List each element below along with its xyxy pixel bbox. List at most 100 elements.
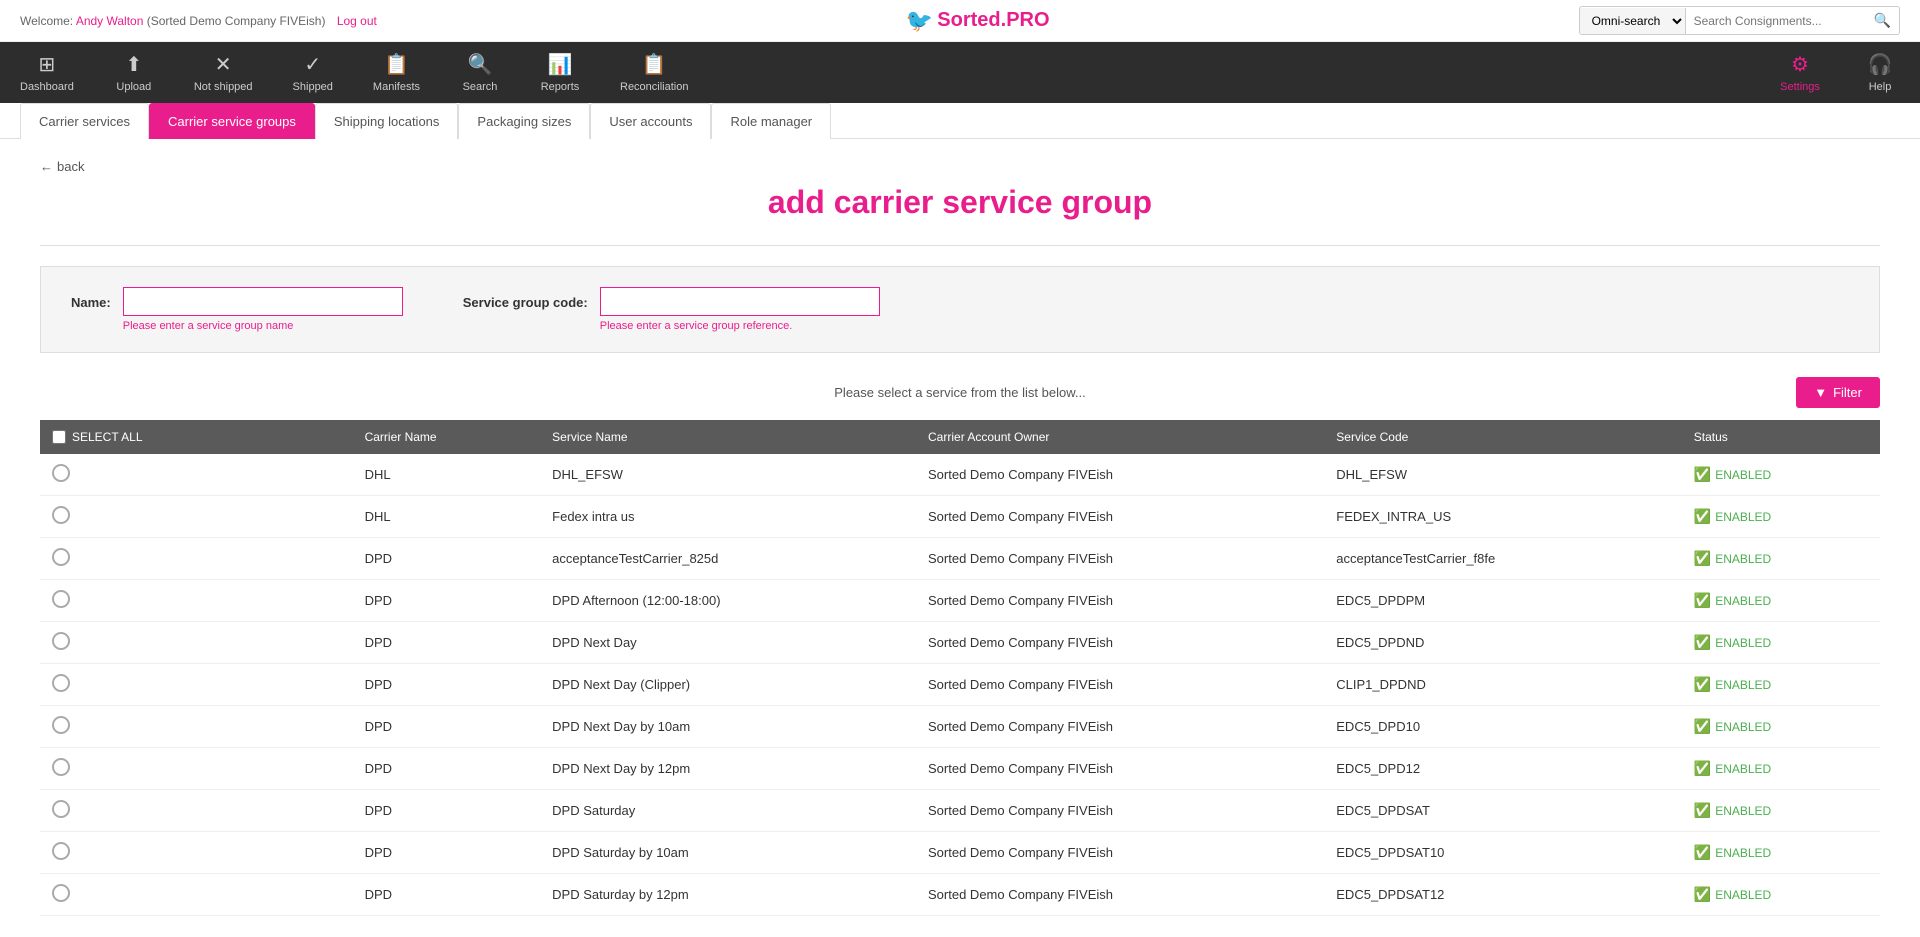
nav-item-reconciliation[interactable]: 📋 Reconciliation [600,42,708,103]
carrier-name-cell: DPD [353,748,541,790]
row-checkbox-cell[interactable] [40,874,353,916]
user-name-link[interactable]: Andy Walton [76,14,144,28]
row-checkbox-cell[interactable] [40,580,353,622]
status-badge: ✅ ENABLED [1694,550,1868,567]
row-select-circle[interactable] [52,884,70,902]
nav-label-reconciliation: Reconciliation [620,81,688,93]
name-input[interactable] [123,287,403,316]
table-body: DHL DHL_EFSW Sorted Demo Company FIVEish… [40,454,1880,916]
table-row: DPD acceptanceTestCarrier_825d Sorted De… [40,538,1880,580]
status-cell: ✅ ENABLED [1682,706,1880,748]
status-check-icon: ✅ [1694,718,1711,735]
row-select-circle[interactable] [52,842,70,860]
code-error: Please enter a service group reference. [600,320,880,332]
carrier-name-header: Carrier Name [353,420,541,454]
nav-item-upload[interactable]: ⬆ Upload [94,42,174,103]
nav-item-settings[interactable]: ⚙ Settings [1760,42,1840,103]
tab-carrier-service-groups[interactable]: Carrier service groups [149,103,315,139]
owner-cell: Sorted Demo Company FIVEish [916,874,1324,916]
code-input[interactable] [600,287,880,316]
row-select-circle[interactable] [52,506,70,524]
row-select-circle[interactable] [52,716,70,734]
carrier-name-cell: DPD [353,538,541,580]
services-table: SELECT ALL Carrier Name Service Name Car… [40,420,1880,916]
row-checkbox-cell[interactable] [40,454,353,496]
status-cell: ✅ ENABLED [1682,580,1880,622]
select-all-header[interactable]: SELECT ALL [40,420,200,454]
table-header-row: SELECT ALL Carrier Name Service Name Car… [40,420,1880,454]
table-row: DPD DPD Next Day by 12pm Sorted Demo Com… [40,748,1880,790]
status-badge: ✅ ENABLED [1694,508,1868,525]
row-select-circle[interactable] [52,464,70,482]
title-divider [40,245,1880,246]
tab-user-accounts[interactable]: User accounts [590,103,711,139]
row-checkbox-cell[interactable] [40,832,353,874]
service-name-cell: DPD Next Day (Clipper) [540,664,916,706]
status-check-icon: ✅ [1694,634,1711,651]
status-check-icon: ✅ [1694,508,1711,525]
row-select-circle[interactable] [52,590,70,608]
back-link[interactable]: ← back [40,159,84,174]
owner-cell: Sorted Demo Company FIVEish [916,454,1324,496]
row-select-circle[interactable] [52,758,70,776]
row-checkbox-cell[interactable] [40,664,353,706]
search-submit-button[interactable]: 🔍 [1866,7,1899,34]
nav-item-dashboard[interactable]: ⊞ Dashboard [0,42,94,103]
table-row: DPD DPD Saturday by 12pm Sorted Demo Com… [40,874,1880,916]
manifests-icon: 📋 [384,52,409,77]
nav-item-help[interactable]: 🎧 Help [1840,42,1920,103]
row-checkbox-cell[interactable] [40,706,353,748]
service-name-cell: acceptanceTestCarrier_825d [540,538,916,580]
search-consignments-input[interactable] [1686,9,1866,33]
shipped-icon: ✓ [304,52,321,77]
tab-shipping-locations[interactable]: Shipping locations [315,103,459,139]
service-code-cell: EDC5_DPDND [1324,622,1681,664]
carrier-name-cell: DHL [353,496,541,538]
row-select-circle[interactable] [52,800,70,818]
filter-button[interactable]: ▼ Filter [1796,377,1880,408]
tab-role-manager[interactable]: Role manager [711,103,831,139]
dashboard-icon: ⊞ [39,52,56,77]
owner-cell: Sorted Demo Company FIVEish [916,748,1324,790]
nav-item-search[interactable]: 🔍 Search [440,42,520,103]
status-badge: ✅ ENABLED [1694,676,1868,693]
tab-carrier-services[interactable]: Carrier services [20,103,149,139]
row-checkbox-cell[interactable] [40,790,353,832]
row-select-circle[interactable] [52,674,70,692]
row-checkbox-cell[interactable] [40,496,353,538]
row-checkbox-cell[interactable] [40,538,353,580]
code-label: Service group code: [463,287,588,310]
nav-item-reports[interactable]: 📊 Reports [520,42,600,103]
upload-icon: ⬆ [125,52,142,77]
row-checkbox-cell[interactable] [40,622,353,664]
status-check-icon: ✅ [1694,844,1711,861]
row-checkbox-cell[interactable] [40,748,353,790]
carrier-name-cell: DPD [353,622,541,664]
tab-packaging-sizes[interactable]: Packaging sizes [458,103,590,139]
owner-cell: Sorted Demo Company FIVEish [916,790,1324,832]
filter-area: Please select a service from the list be… [40,377,1880,408]
nav-label-reports: Reports [541,81,580,93]
welcome-section: Welcome: Andy Walton (Sorted Demo Compan… [20,14,377,28]
row-select-circle[interactable] [52,632,70,650]
status-cell: ✅ ENABLED [1682,538,1880,580]
logo-bird-icon: 🐦 [906,8,933,34]
table-row: DPD DPD Next Day (Clipper) Sorted Demo C… [40,664,1880,706]
help-icon: 🎧 [1868,52,1893,77]
select-all-checkbox[interactable] [52,430,66,444]
nav-label-shipped: Shipped [293,81,333,93]
service-name-cell: DHL_EFSW [540,454,916,496]
nav-item-not-shipped[interactable]: ✕ Not shipped [174,42,273,103]
status-cell: ✅ ENABLED [1682,748,1880,790]
service-name-cell: DPD Next Day by 10am [540,706,916,748]
omni-search-select[interactable]: Omni-search [1580,8,1686,34]
table-row: DPD DPD Saturday Sorted Demo Company FIV… [40,790,1880,832]
row-select-circle[interactable] [52,548,70,566]
nav-item-manifests[interactable]: 📋 Manifests [353,42,440,103]
table-row: DPD DPD Saturday by 10am Sorted Demo Com… [40,832,1880,874]
service-code-cell: acceptanceTestCarrier_f8fe [1324,538,1681,580]
nav-item-shipped[interactable]: ✓ Shipped [273,42,353,103]
table-row: DPD DPD Next Day by 10am Sorted Demo Com… [40,706,1880,748]
logout-link[interactable]: Log out [337,14,377,28]
status-cell: ✅ ENABLED [1682,454,1880,496]
